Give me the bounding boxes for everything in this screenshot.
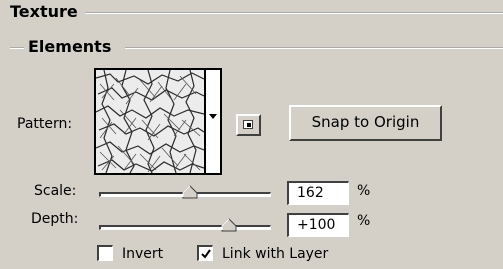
scale-input[interactable]: 162: [287, 181, 349, 205]
new-preset-icon: [243, 120, 253, 129]
pattern-label: Pattern:: [17, 116, 73, 132]
depth-label: Depth:: [31, 211, 79, 227]
subsection-divider-left: [10, 47, 24, 49]
depth-slider-track[interactable]: [99, 225, 271, 230]
cracked-texture-icon[interactable]: [96, 70, 204, 173]
invert-checkbox[interactable]: [97, 245, 113, 261]
chevron-down-icon: [209, 114, 217, 119]
section-divider: [85, 12, 503, 14]
pattern-dropdown-button[interactable]: [204, 70, 220, 173]
pattern-picker[interactable]: [94, 68, 222, 175]
subsection-title: Elements: [28, 37, 112, 56]
scale-label: Scale:: [34, 183, 77, 199]
link-with-layer-checkbox[interactable]: [197, 245, 213, 261]
link-with-layer-label[interactable]: Link with Layer: [222, 246, 328, 262]
depth-input[interactable]: +100: [287, 213, 349, 237]
scale-slider-thumb[interactable]: [182, 185, 198, 199]
invert-label[interactable]: Invert: [122, 246, 163, 262]
scale-unit: %: [357, 183, 371, 199]
snap-to-origin-button[interactable]: Snap to Origin: [289, 105, 442, 141]
checkmark-icon: [201, 249, 211, 259]
section-title: Texture: [10, 2, 78, 21]
subsection-divider: [125, 47, 503, 49]
new-preset-button[interactable]: [236, 114, 261, 136]
depth-slider-thumb[interactable]: [221, 218, 237, 232]
depth-unit: %: [357, 213, 371, 229]
